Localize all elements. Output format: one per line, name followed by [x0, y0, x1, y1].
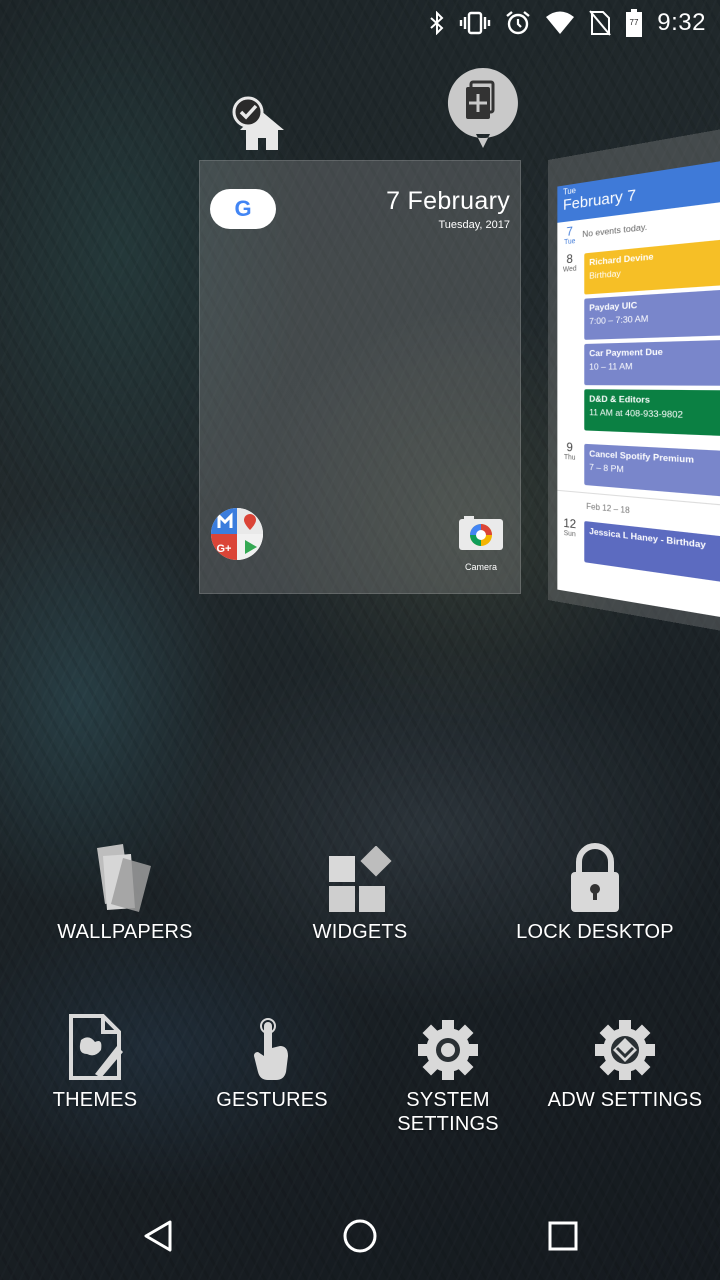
system-settings-button[interactable]: SYSTEM SETTINGS: [378, 1008, 518, 1136]
calendar-day-number: 8: [566, 251, 572, 266]
wifi-icon: [545, 11, 575, 35]
calendar-widget: Tue February 7 7 Tue No events today. 8 We…: [557, 158, 720, 620]
google-apps-folder-icon: G+: [211, 508, 263, 560]
alarm-icon: [505, 10, 531, 36]
lock-icon: [569, 842, 621, 914]
calendar-event: Car Payment Due 10 – 11 AM: [584, 340, 720, 386]
calendar-weekday: Tue: [557, 237, 582, 247]
widget-date: 7 February: [386, 187, 510, 216]
adw-gear-icon: [593, 1018, 657, 1082]
calendar-weekday: Sun: [557, 529, 582, 539]
gestures-button[interactable]: GESTURES: [207, 1008, 337, 1112]
home-button[interactable]: [336, 1212, 384, 1260]
calendar-weekday: Wed: [557, 265, 582, 274]
adw-settings-label: ADW SETTINGS: [540, 1088, 710, 1112]
add-page-button[interactable]: [446, 66, 520, 150]
clock-widget[interactable]: 7 February Tuesday, 2017: [386, 187, 510, 231]
adw-settings-button[interactable]: ADW SETTINGS: [540, 1008, 710, 1112]
widgets-button[interactable]: WIDGETS: [280, 840, 440, 944]
camera-label: Camera: [456, 562, 506, 572]
themes-label: THEMES: [30, 1088, 160, 1112]
wallpapers-icon: [93, 842, 157, 914]
calendar-event: Jessica L Haney - Birthday: [584, 521, 720, 584]
recents-button[interactable]: [539, 1212, 587, 1260]
calendar-event: D&D & Editors 11 AM at 408-933-9802: [584, 389, 720, 436]
themes-icon: [65, 1012, 125, 1082]
widgets-label: WIDGETS: [280, 920, 440, 944]
calendar-day-number: 12: [563, 516, 576, 532]
calendar-day-number: 7: [566, 224, 572, 239]
calendar-event: Richard Devine Birthday: [584, 238, 720, 294]
navigation-bar: [0, 1192, 720, 1280]
system-settings-label: SYSTEM SETTINGS: [378, 1088, 518, 1136]
camera-icon: [458, 515, 504, 551]
wallpapers-label: WALLPAPERS: [40, 920, 210, 944]
battery-level-text: 77: [630, 18, 639, 27]
google-apps-folder[interactable]: G+: [211, 508, 263, 560]
vibrate-icon: [459, 11, 491, 35]
calendar-day-number: 9: [566, 440, 572, 455]
camera-app-icon-preview[interactable]: Camera: [456, 515, 506, 572]
widget-day: Tuesday, 2017: [386, 219, 510, 231]
bluetooth-icon: [429, 11, 445, 35]
gestures-label: GESTURES: [207, 1088, 337, 1112]
set-default-home-button[interactable]: [232, 96, 288, 152]
desktop-preview[interactable]: G 7 February Tuesday, 2017 G+ Camera: [199, 160, 521, 594]
widgets-icon: [327, 846, 393, 914]
svg-text:G+: G+: [217, 543, 232, 555]
no-sim-icon: [589, 10, 611, 36]
status-bar: 77 9:32: [0, 0, 720, 48]
home-icon: [342, 1218, 378, 1254]
themes-button[interactable]: THEMES: [30, 1008, 160, 1112]
lock-desktop-label: LOCK DESKTOP: [505, 920, 685, 944]
gestures-icon: [250, 1016, 294, 1082]
back-button[interactable]: [134, 1212, 182, 1260]
calendar-weekday: Thu: [557, 454, 582, 463]
calendar-event: Cancel Spotify Premium 7 – 8 PM: [584, 444, 720, 498]
next-page-preview[interactable]: Tue February 7 7 Tue No events today. 8 We…: [548, 123, 720, 636]
lock-desktop-button[interactable]: LOCK DESKTOP: [505, 840, 685, 944]
calendar-row: 8 Wed Richard Devine Birthday Payday UIC 7:…: [557, 231, 720, 445]
home-check-icon: [232, 96, 288, 152]
calendar-event: Payday UIC 7:00 – 7:30 AM: [584, 289, 720, 340]
gear-icon: [416, 1018, 480, 1082]
google-g-icon: G: [234, 196, 251, 222]
wallpapers-button[interactable]: WALLPAPERS: [40, 840, 210, 944]
battery-icon: 77: [625, 9, 643, 37]
status-time: 9:32: [657, 9, 706, 37]
add-page-icon: [446, 66, 520, 150]
recents-icon: [548, 1221, 578, 1251]
back-icon: [142, 1219, 174, 1253]
google-search-widget[interactable]: G: [210, 189, 276, 229]
